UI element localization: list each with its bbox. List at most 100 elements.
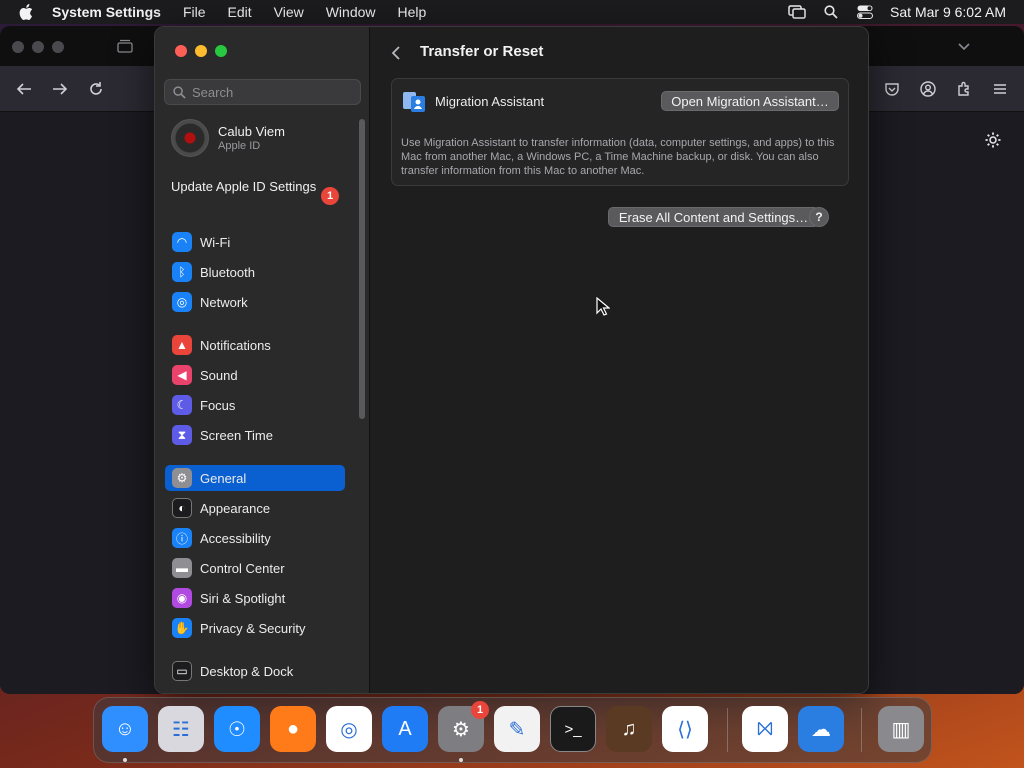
sidebar-item-network[interactable]: ◎ Network bbox=[165, 289, 345, 315]
hand-icon: ✋ bbox=[172, 618, 192, 638]
appearance-icon: ◐ bbox=[172, 498, 192, 518]
sidebar-item-label: Wi-Fi bbox=[200, 234, 231, 250]
accessibility-icon: ⓘ bbox=[172, 528, 192, 548]
apple-id-account[interactable]: Calub Viem Apple ID bbox=[171, 119, 285, 157]
sidebar-item-label: General bbox=[200, 470, 247, 486]
menu-view[interactable]: View bbox=[263, 4, 315, 20]
apple-menu-icon[interactable] bbox=[0, 4, 52, 20]
erase-all-content-button[interactable]: Erase All Content and Settings… bbox=[608, 207, 819, 227]
sidebar-search-field[interactable] bbox=[164, 79, 361, 105]
toggles-icon: ▬ bbox=[172, 558, 192, 578]
sidebar-item-screen-time[interactable]: ⧗ Screen Time bbox=[165, 422, 345, 448]
back-button[interactable] bbox=[384, 41, 408, 65]
browser-close-dot[interactable] bbox=[12, 41, 24, 53]
textedit-icon[interactable]: ✎ bbox=[494, 706, 540, 752]
dock-separator bbox=[861, 708, 862, 752]
minimize-window-button[interactable] bbox=[195, 45, 207, 57]
sidebar-item-label: Bluetooth bbox=[200, 264, 255, 280]
weather-icon[interactable]: ☁ bbox=[798, 706, 844, 752]
vscode-icon[interactable]: ⟨⟩ bbox=[662, 706, 708, 752]
sidebar-item-appearance[interactable]: ◐ Appearance bbox=[165, 495, 345, 521]
dock-icon: ▭ bbox=[172, 661, 192, 681]
pocket-icon[interactable] bbox=[882, 80, 902, 98]
app-store-icon[interactable]: A bbox=[382, 706, 428, 752]
search-input[interactable] bbox=[192, 84, 352, 100]
avatar bbox=[171, 119, 209, 157]
sidebar-item-label: Accessibility bbox=[200, 530, 271, 546]
help-button[interactable]: ? bbox=[809, 207, 829, 227]
sidebar-item-general[interactable]: ⚙ General bbox=[165, 465, 345, 491]
sidebar-scrollbar[interactable] bbox=[359, 119, 365, 419]
sidebar-item-label: Network bbox=[200, 294, 248, 310]
migration-card: Migration Assistant Open Migration Assis… bbox=[391, 78, 849, 186]
migration-description: Use Migration Assistant to transfer info… bbox=[401, 137, 835, 177]
sidebar-item-label: Privacy & Security bbox=[200, 620, 306, 636]
spotlight-search-icon[interactable] bbox=[814, 5, 848, 19]
chevron-down-icon[interactable] bbox=[956, 38, 972, 54]
sidebar-item-label: Notifications bbox=[200, 337, 271, 353]
menubar-clock[interactable]: Sat Mar 9 6:02 AM bbox=[882, 4, 1006, 20]
sidebar-item-accessibility[interactable]: ⓘ Accessibility bbox=[165, 525, 345, 551]
sidebar-item-siri-spotlight[interactable]: ◉ Siri & Spotlight bbox=[165, 585, 345, 611]
gear-icon[interactable] bbox=[983, 130, 1003, 150]
sidebar-item-sound[interactable]: ◀ Sound bbox=[165, 362, 345, 388]
chevron-left-icon bbox=[391, 46, 400, 60]
page-title: Transfer or Reset bbox=[420, 43, 544, 60]
back-arrow-icon[interactable] bbox=[14, 80, 34, 98]
sidebar-item-control-center[interactable]: ▬ Control Center bbox=[165, 555, 345, 581]
forward-arrow-icon[interactable] bbox=[50, 80, 70, 98]
search-icon bbox=[173, 85, 186, 99]
sidebar-item-focus[interactable]: ☾ Focus bbox=[165, 392, 345, 418]
bluetooth-icon: ᛒ bbox=[172, 262, 192, 282]
tab-overview-icon[interactable] bbox=[116, 38, 134, 54]
running-indicator bbox=[123, 758, 127, 762]
bell-icon: ▲ bbox=[172, 335, 192, 355]
sidebar: Calub Viem Apple ID Update Apple ID Sett… bbox=[155, 27, 370, 693]
browser-minimize-dot[interactable] bbox=[32, 41, 44, 53]
control-center-icon[interactable] bbox=[848, 5, 882, 19]
moon-icon: ☾ bbox=[172, 395, 192, 415]
sidebar-item-label: Focus bbox=[200, 397, 236, 413]
trash-icon[interactable]: ▥ bbox=[878, 706, 924, 752]
sidebar-item-notifications[interactable]: ▲ Notifications bbox=[165, 332, 345, 358]
chrome-icon[interactable]: ◎ bbox=[326, 706, 372, 752]
account-name: Calub Viem bbox=[218, 124, 285, 139]
close-window-button[interactable] bbox=[175, 45, 187, 57]
terminal-icon[interactable]: >_ bbox=[550, 706, 596, 752]
account-icon[interactable] bbox=[918, 80, 938, 98]
sidebar-item-label: Control Center bbox=[200, 560, 285, 576]
hourglass-icon: ⧗ bbox=[172, 425, 192, 445]
wifi-icon: ◠ bbox=[172, 232, 192, 252]
safari-icon[interactable]: ☉ bbox=[214, 706, 260, 752]
sidebar-item-label: Desktop & Dock bbox=[200, 663, 294, 679]
gear-icon: ⚙ bbox=[172, 468, 192, 488]
dock: ☺ ☷ ☉ ● ◎ A ⚙ 1 ✎ >_ ♫ ⟨⟩ ⨝ ☁ ▥ bbox=[93, 697, 932, 763]
visual-studio-icon[interactable]: ⨝ bbox=[742, 706, 788, 752]
menu-file[interactable]: File bbox=[172, 4, 217, 20]
finder-icon[interactable]: ☺ bbox=[102, 706, 148, 752]
sidebar-item-bluetooth[interactable]: ᛒ Bluetooth bbox=[165, 259, 345, 285]
sidebar-item-label: Screen Time bbox=[200, 427, 273, 443]
menu-app-name[interactable]: System Settings bbox=[52, 4, 172, 20]
browser-zoom-dot[interactable] bbox=[52, 41, 64, 53]
menu-help[interactable]: Help bbox=[387, 4, 438, 20]
reload-icon[interactable] bbox=[86, 80, 106, 98]
sidebar-item-label: Siri & Spotlight bbox=[200, 590, 286, 606]
sidebar-item-wi-fi[interactable]: ◠ Wi-Fi bbox=[165, 229, 345, 255]
guitar-icon[interactable]: ♫ bbox=[606, 706, 652, 752]
zoom-window-button[interactable] bbox=[215, 45, 227, 57]
extensions-icon[interactable] bbox=[954, 80, 974, 98]
migration-assistant-label: Migration Assistant bbox=[435, 94, 545, 109]
main-pane: Transfer or Reset Migration Assistant Op… bbox=[370, 27, 868, 693]
update-badge: 1 bbox=[321, 187, 339, 205]
open-migration-assistant-button[interactable]: Open Migration Assistant… bbox=[661, 91, 839, 111]
screen-mirroring-icon[interactable] bbox=[780, 5, 814, 19]
launchpad-icon[interactable]: ☷ bbox=[158, 706, 204, 752]
menu-edit[interactable]: Edit bbox=[217, 4, 263, 20]
firefox-icon[interactable]: ● bbox=[270, 706, 316, 752]
menu-window[interactable]: Window bbox=[315, 4, 387, 20]
hamburger-menu-icon[interactable] bbox=[990, 80, 1010, 98]
sidebar-item-desktop-dock[interactable]: ▭ Desktop & Dock bbox=[165, 658, 345, 684]
sidebar-item-privacy-security[interactable]: ✋ Privacy & Security bbox=[165, 615, 345, 641]
migration-assistant-icon bbox=[403, 92, 425, 112]
